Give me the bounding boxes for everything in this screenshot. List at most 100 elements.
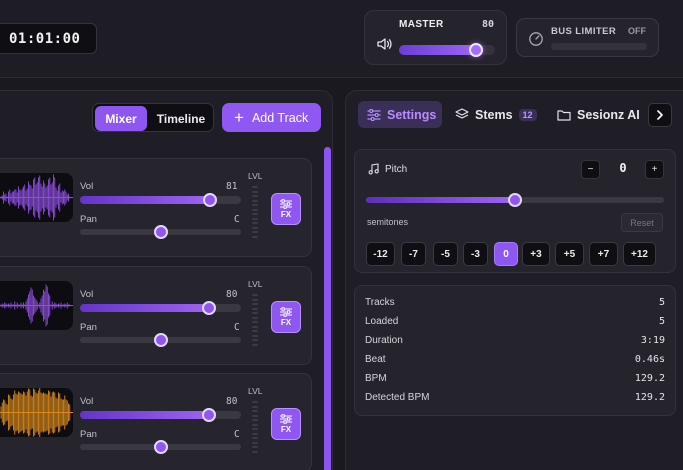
- tabs-scroll-right-button[interactable]: [648, 103, 672, 127]
- level-meter: [252, 401, 258, 453]
- level-label: LVL: [248, 279, 263, 289]
- level-label: LVL: [248, 386, 263, 396]
- volume-label: Vol: [80, 289, 94, 300]
- app-root: 01:01:00 MASTER 80 BUS LIMITER OFF Mixer…: [0, 0, 683, 470]
- master-volume-slider[interactable]: [399, 43, 495, 57]
- pitch-preset-button[interactable]: -5: [433, 242, 458, 266]
- tab-stems-label: Stems: [475, 107, 513, 122]
- pan-slider[interactable]: [80, 333, 241, 347]
- sliders-icon: [280, 414, 292, 424]
- stat-key: BPM: [365, 373, 387, 384]
- pitch-preset-button[interactable]: +12: [623, 242, 656, 266]
- waveform-preview[interactable]: [0, 173, 73, 222]
- fx-button[interactable]: FX: [271, 408, 301, 440]
- master-volume-panel: MASTER 80: [364, 10, 507, 65]
- pan-slider-knob[interactable]: [153, 333, 168, 347]
- master-value: 80: [481, 19, 494, 30]
- tab-settings-label: Settings: [387, 107, 437, 122]
- bus-limiter-meter: [551, 43, 647, 50]
- pitch-title: Pitch: [368, 163, 407, 175]
- bus-limiter-label: BUS LIMITER: [551, 26, 617, 37]
- stat-key: Loaded: [365, 316, 399, 327]
- pitch-preset-button[interactable]: +7: [589, 242, 618, 266]
- add-track-button[interactable]: + Add Track: [222, 103, 321, 132]
- pan-slider[interactable]: [80, 440, 241, 454]
- bus-limiter-panel[interactable]: BUS LIMITER OFF: [516, 18, 659, 57]
- fx-button[interactable]: FX: [271, 193, 301, 225]
- pitch-preset-button[interactable]: +5: [555, 242, 584, 266]
- master-volume-knob[interactable]: [468, 43, 483, 57]
- pan-value: C: [234, 322, 240, 333]
- volume-value: 80: [226, 396, 238, 407]
- pitch-preset-button[interactable]: 0: [494, 242, 518, 266]
- volume-slider[interactable]: [80, 301, 241, 315]
- stat-value: 129.2: [634, 373, 665, 384]
- tab-sesionz-ai[interactable]: Sesionz AI: [557, 101, 640, 128]
- stat-key: Tracks: [365, 297, 395, 308]
- pitch-preset-button[interactable]: -12: [366, 242, 395, 266]
- tab-settings[interactable]: Settings: [358, 101, 442, 128]
- pitch-preset-button[interactable]: +3: [522, 242, 550, 266]
- mixer-view-button[interactable]: Mixer: [95, 106, 147, 131]
- stat-value: 0.46s: [634, 354, 665, 365]
- track-card: Vol 80 Pan C LVL FX: [0, 266, 312, 365]
- pan-slider[interactable]: [80, 225, 241, 239]
- level-label: LVL: [248, 171, 263, 181]
- stat-value: 5: [658, 316, 665, 327]
- pitch-slider-knob[interactable]: [508, 193, 522, 207]
- mixer-scrollbar[interactable]: [324, 147, 331, 470]
- level-meter: [252, 294, 258, 346]
- stat-key: Beat: [365, 354, 386, 365]
- pitch-slider[interactable]: [366, 193, 664, 207]
- tab-stems[interactable]: Stems 12: [455, 101, 537, 128]
- volume-slider[interactable]: [80, 193, 241, 207]
- volume-slider-fill: [80, 411, 209, 419]
- pan-slider-knob[interactable]: [153, 440, 168, 454]
- stat-row: Tracks 5: [365, 297, 665, 311]
- pitch-increment-button[interactable]: +: [645, 160, 664, 179]
- fx-button[interactable]: FX: [271, 301, 301, 333]
- timeline-view-button[interactable]: Timeline: [149, 106, 213, 131]
- pan-value: C: [234, 429, 240, 440]
- speaker-icon[interactable]: [377, 37, 393, 51]
- pitch-decrement-button[interactable]: −: [581, 160, 600, 179]
- stat-row: Beat 0.46s: [365, 354, 665, 368]
- volume-slider-fill: [80, 196, 211, 204]
- sliders-icon: [280, 307, 292, 317]
- volume-value: 81: [226, 181, 238, 192]
- fx-label: FX: [280, 425, 292, 434]
- timecode-display: 01:01:00: [0, 23, 97, 54]
- semitones-label: semitones: [367, 217, 409, 227]
- waveform-preview[interactable]: [0, 281, 73, 330]
- pan-slider-knob[interactable]: [153, 225, 168, 239]
- folder-icon: [557, 109, 571, 121]
- volume-slider-knob[interactable]: [201, 301, 216, 315]
- volume-label: Vol: [80, 181, 94, 192]
- volume-slider-fill: [80, 304, 209, 312]
- stat-value: 129.2: [634, 392, 665, 403]
- add-track-label: Add Track: [251, 110, 309, 125]
- stat-row: BPM 129.2: [365, 373, 665, 387]
- waveform-preview[interactable]: [0, 388, 73, 437]
- stat-key: Detected BPM: [365, 392, 430, 403]
- pitch-preset-button[interactable]: -7: [401, 242, 426, 266]
- volume-slider-knob[interactable]: [201, 408, 216, 422]
- pan-value: C: [234, 214, 240, 225]
- stat-value: 5: [658, 297, 665, 308]
- stat-row: Detected BPM 129.2: [365, 392, 665, 406]
- volume-slider[interactable]: [80, 408, 241, 422]
- volume-label: Vol: [80, 396, 94, 407]
- pitch-reset-button[interactable]: Reset: [621, 213, 663, 232]
- pan-label: Pan: [80, 429, 97, 440]
- pan-label: Pan: [80, 322, 97, 333]
- stems-count-badge: 12: [518, 108, 537, 121]
- stat-value: 3:19: [640, 335, 665, 346]
- fx-label: FX: [280, 318, 292, 327]
- pitch-preset-button[interactable]: -3: [463, 242, 488, 266]
- master-volume-fill: [399, 45, 476, 55]
- pitch-value: 0: [619, 161, 627, 175]
- volume-slider-knob[interactable]: [203, 193, 218, 207]
- track-card: Vol 80 Pan C LVL FX: [0, 373, 312, 470]
- layers-icon: [455, 108, 469, 119]
- top-bar: 01:01:00 MASTER 80 BUS LIMITER OFF: [0, 0, 683, 78]
